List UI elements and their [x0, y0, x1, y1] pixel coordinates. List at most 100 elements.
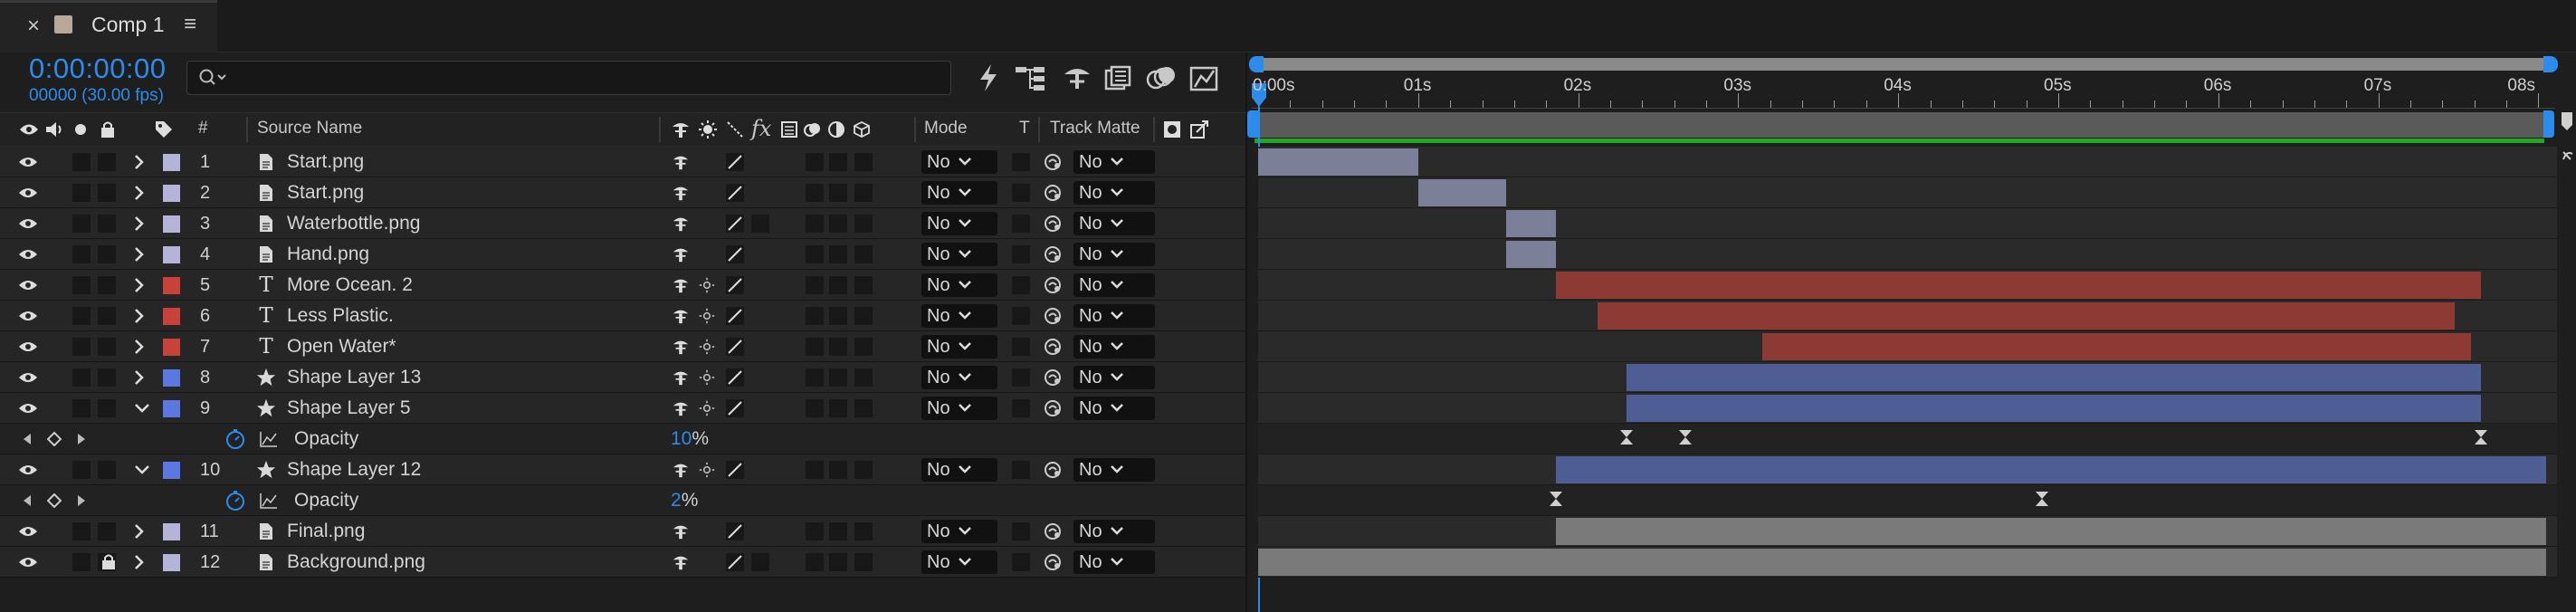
property-row[interactable]: Opacity 2% [0, 485, 1245, 516]
layer-duration-bar[interactable] [1258, 148, 1418, 176]
property-row[interactable]: Opacity 10% [0, 424, 1245, 454]
collapse-switch-icon[interactable] [699, 331, 717, 362]
graph-icon[interactable] [259, 424, 281, 454]
effects-switch[interactable] [751, 215, 769, 233]
audio-toggle[interactable] [72, 184, 91, 202]
label-color-swatch[interactable] [163, 185, 180, 202]
track-matte-dropdown[interactable]: No [1073, 273, 1155, 297]
layer-name[interactable]: Shape Layer 13 [287, 362, 421, 393]
3d-switch[interactable] [854, 184, 873, 202]
layer-track[interactable] [1258, 208, 2557, 239]
search-input[interactable] [186, 61, 951, 95]
preserve-transparency-toggle[interactable] [1012, 461, 1030, 479]
quality-switch-icon[interactable] [726, 393, 744, 424]
adjustment-switch[interactable] [829, 245, 847, 263]
eye-icon[interactable] [18, 270, 40, 301]
mode-dropdown[interactable]: No [921, 212, 997, 235]
time-navigator-start-handle[interactable] [1247, 110, 1258, 138]
layer-track[interactable] [1258, 177, 2557, 208]
time-navigator-bar[interactable] [1252, 112, 2548, 138]
solo-toggle[interactable] [98, 184, 116, 202]
preserve-transparency-toggle[interactable] [1012, 368, 1030, 387]
label-color-swatch[interactable] [163, 246, 180, 263]
layer-row[interactable]: 10 Shape Layer 12 No No [0, 454, 1245, 485]
label-color-swatch[interactable] [163, 400, 180, 417]
motion-blur-switch[interactable] [806, 276, 824, 294]
keyframe-icon[interactable] [2473, 429, 2489, 448]
chevron-right-icon[interactable] [134, 208, 154, 239]
add-keyframe-icon[interactable] [47, 485, 62, 516]
eye-icon[interactable] [18, 239, 40, 270]
shy-switch-icon[interactable] [672, 301, 690, 331]
preserve-transparency-toggle[interactable] [1012, 553, 1030, 571]
label-color-swatch[interactable] [163, 369, 180, 387]
keyframe-icon[interactable] [2034, 491, 2050, 510]
eye-icon[interactable] [18, 208, 40, 239]
chevron-right-icon[interactable] [134, 331, 154, 362]
track-matte-pickwhip-icon[interactable] [1043, 270, 1064, 301]
layer-track[interactable] [1258, 516, 2557, 547]
solo-toggle[interactable] [98, 276, 116, 294]
stopwatch-icon[interactable] [224, 485, 248, 516]
label-color-swatch[interactable] [163, 462, 180, 479]
layer-track[interactable] [1258, 547, 2557, 578]
motion-blur-switch[interactable] [806, 399, 824, 417]
solo-toggle[interactable] [98, 153, 116, 171]
layer-name[interactable]: Start.png [287, 177, 364, 208]
track-matte-dropdown[interactable]: No [1073, 335, 1155, 359]
3d-switch[interactable] [854, 245, 873, 263]
3d-switch[interactable] [854, 553, 873, 571]
prev-keyframe-icon[interactable] [22, 424, 33, 454]
shy-layers-icon[interactable] [1057, 60, 1097, 96]
eye-icon[interactable] [18, 393, 40, 424]
mode-dropdown[interactable]: No [921, 243, 997, 266]
work-area-start-handle[interactable] [1249, 56, 1264, 72]
track-matte-dropdown[interactable]: No [1073, 181, 1155, 205]
column-mode-header[interactable]: Mode [924, 119, 968, 139]
search-icon[interactable] [197, 65, 230, 91]
solo-toggle[interactable] [98, 461, 116, 479]
track-matte-pickwhip-icon[interactable] [1043, 362, 1064, 393]
label-color-swatch[interactable] [163, 339, 180, 356]
audio-toggle[interactable] [72, 553, 91, 571]
solo-toggle[interactable] [98, 399, 116, 417]
audio-toggle[interactable] [72, 245, 91, 263]
track-matte-pickwhip-icon[interactable] [1043, 454, 1064, 485]
layer-row[interactable]: 5 T More Ocean. 2 No No [0, 270, 1245, 301]
keyframe-icon[interactable] [1618, 429, 1635, 448]
mode-dropdown[interactable]: No [921, 550, 997, 574]
layer-row[interactable]: 7 T Open Water* No No [0, 331, 1245, 362]
motion-blur-switch[interactable] [806, 184, 824, 202]
eye-icon[interactable] [18, 362, 40, 393]
layer-duration-bar[interactable] [1555, 272, 2481, 299]
property-value[interactable]: 2 [671, 490, 682, 512]
adjustment-switch[interactable] [829, 184, 847, 202]
graph-icon[interactable] [259, 485, 281, 516]
layer-track[interactable] [1258, 301, 2557, 331]
draft-3d-icon[interactable] [968, 60, 1008, 96]
quality-switch-icon[interactable] [726, 454, 744, 485]
track-matte-pickwhip-icon[interactable] [1043, 301, 1064, 331]
solo-toggle[interactable] [98, 522, 116, 540]
3d-switch[interactable] [854, 307, 873, 325]
motion-blur-switch[interactable] [806, 153, 824, 171]
preserve-transparency-toggle[interactable] [1012, 522, 1030, 540]
property-track[interactable] [1258, 485, 2557, 516]
adjustment-switch[interactable] [829, 399, 847, 417]
prev-keyframe-icon[interactable] [22, 485, 33, 516]
layer-duration-bar[interactable] [1626, 364, 2481, 391]
quality-switch-icon[interactable] [726, 270, 744, 301]
keyframe-icon[interactable] [1548, 491, 1564, 510]
adjustment-switch[interactable] [829, 553, 847, 571]
chevron-right-icon[interactable] [134, 301, 154, 331]
track-matte-dropdown[interactable]: No [1073, 212, 1155, 235]
layer-name[interactable]: Waterbottle.png [287, 208, 420, 239]
adjustment-switch[interactable] [829, 276, 847, 294]
solo-toggle[interactable] [98, 307, 116, 325]
layer-track[interactable] [1258, 270, 2557, 301]
track-matte-dropdown[interactable]: No [1073, 397, 1155, 420]
audio-toggle[interactable] [72, 215, 91, 233]
chevron-right-icon[interactable] [134, 239, 154, 270]
3d-switch[interactable] [854, 399, 873, 417]
track-matte-pickwhip-icon[interactable] [1043, 393, 1064, 424]
